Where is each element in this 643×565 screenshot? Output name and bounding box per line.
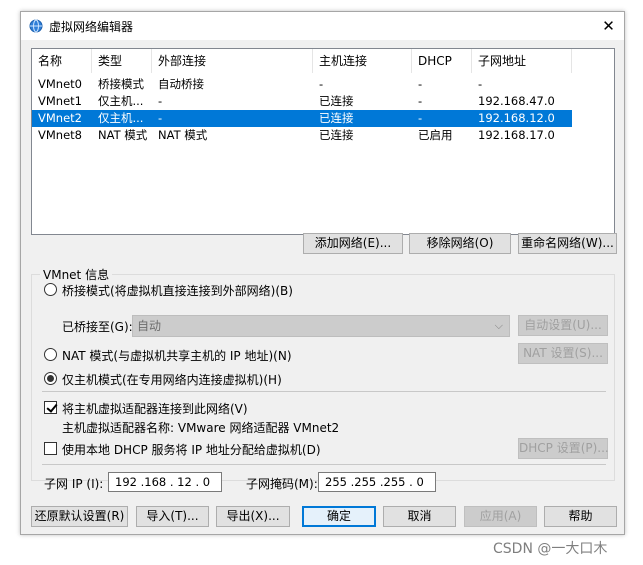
vmnet-info-group: VMnet 信息 桥接模式(将虚拟机直接连接到外部网络)(B) 已桥接至(G):… bbox=[31, 266, 615, 492]
cell-subnet: 192.168.47.0 bbox=[478, 94, 555, 108]
dhcp-label[interactable]: 使用本地 DHCP 服务将 IP 地址分配给虚拟机(D) bbox=[62, 441, 321, 458]
column-header-type[interactable]: 类型 bbox=[92, 49, 152, 73]
cell-dhcp: - bbox=[418, 94, 423, 108]
cell-subnet: 192.168.17.0 bbox=[478, 128, 555, 142]
watermark: CSDN @一大口木 bbox=[493, 541, 608, 557]
bridged-to-label: 已桥接至(G): bbox=[62, 320, 133, 334]
chevron-down-icon: ⌵ bbox=[494, 319, 503, 332]
column-header-external[interactable]: 外部连接 bbox=[152, 49, 313, 73]
network-globe-icon bbox=[29, 19, 43, 33]
subnet-ip-input[interactable]: 192 .168 . 12 . 0 bbox=[108, 472, 222, 492]
subnet-ip-label: 子网 IP (I): bbox=[44, 477, 104, 491]
remove-network-button[interactable]: 移除网络(O) bbox=[409, 233, 511, 254]
host-only-label[interactable]: 仅主机模式(在专用网络内连接虚拟机)(H) bbox=[62, 371, 282, 388]
cell-name: VMnet1 bbox=[38, 94, 82, 108]
cell-external: - bbox=[158, 94, 163, 108]
nat-mode-label[interactable]: NAT 模式(与虚拟机共享主机的 IP 地址)(N) bbox=[62, 347, 292, 364]
bridged-to-value: 自动 bbox=[137, 319, 162, 333]
cell-external: 自动桥接 bbox=[158, 77, 204, 91]
auto-settings-button[interactable]: 自动设置(U)... bbox=[518, 315, 608, 336]
cell-type: 仅主机... bbox=[98, 111, 144, 125]
adapter-name-label: 主机虚拟适配器名称: VMware 网络适配器 VMnet2 bbox=[62, 421, 340, 435]
cell-name: VMnet8 bbox=[38, 128, 82, 142]
table-row-vmnet1[interactable]: VMnet1 仅主机... - 已连接 - 192.168.47.0 bbox=[32, 93, 572, 110]
bridged-mode-label[interactable]: 桥接模式(将虚拟机直接连接到外部网络)(B) bbox=[62, 282, 293, 299]
cell-host: 已连接 bbox=[319, 94, 354, 108]
subnet-mask-input[interactable]: 255 .255 .255 . 0 bbox=[318, 472, 436, 492]
dhcp-checkbox[interactable] bbox=[44, 442, 57, 455]
bridged-to-select[interactable]: 自动 ⌵ bbox=[132, 315, 510, 337]
cell-external: NAT 模式 bbox=[158, 128, 208, 142]
cell-host: - bbox=[319, 77, 324, 91]
add-network-button[interactable]: 添加网络(E)... bbox=[303, 233, 403, 254]
virtual-network-editor-window: 虚拟网络编辑器 ✕ 名称 类型 外部连接 主机连接 DHCP 子网地址 VMne… bbox=[20, 11, 625, 535]
title-bar: 虚拟网络编辑器 ✕ bbox=[21, 12, 624, 40]
export-button[interactable]: 导出(X)... bbox=[216, 506, 290, 527]
import-button[interactable]: 导入(T)... bbox=[136, 506, 209, 527]
column-header-host[interactable]: 主机连接 bbox=[313, 49, 412, 73]
cell-host: 已连接 bbox=[319, 128, 354, 142]
table-row-vmnet2[interactable]: VMnet2 仅主机... - 已连接 - 192.168.12.0 bbox=[32, 110, 572, 127]
network-list[interactable]: 名称 类型 外部连接 主机连接 DHCP 子网地址 VMnet0 桥接模式 自动… bbox=[31, 48, 615, 235]
apply-button[interactable]: 应用(A) bbox=[464, 506, 537, 527]
cell-dhcp: - bbox=[418, 77, 423, 91]
table-row-vmnet0[interactable]: VMnet0 桥接模式 自动桥接 - - - bbox=[32, 76, 572, 93]
restore-defaults-button[interactable]: 还原默认设置(R) bbox=[31, 506, 128, 527]
cancel-button[interactable]: 取消 bbox=[383, 506, 456, 527]
help-button[interactable]: 帮助 bbox=[544, 506, 617, 527]
cell-type: 仅主机... bbox=[98, 94, 144, 108]
cell-dhcp: - bbox=[418, 111, 423, 125]
group-label: VMnet 信息 bbox=[40, 266, 113, 283]
nat-mode-radio[interactable] bbox=[44, 348, 57, 361]
host-only-radio[interactable] bbox=[44, 372, 57, 385]
column-header-dhcp[interactable]: DHCP bbox=[412, 49, 472, 73]
column-header-subnet[interactable]: 子网地址 bbox=[472, 49, 572, 73]
table-row-vmnet8[interactable]: VMnet8 NAT 模式 NAT 模式 已连接 已启用 192.168.17.… bbox=[32, 127, 572, 144]
cell-subnet: - bbox=[478, 77, 483, 91]
cell-external: - bbox=[158, 111, 163, 125]
nat-settings-button[interactable]: NAT 设置(S)... bbox=[518, 343, 608, 364]
cell-type: 桥接模式 bbox=[98, 77, 144, 91]
divider bbox=[42, 464, 606, 465]
cell-name: VMnet2 bbox=[38, 111, 82, 125]
cell-subnet: 192.168.12.0 bbox=[478, 111, 555, 125]
dhcp-settings-button[interactable]: DHCP 设置(P)... bbox=[518, 438, 609, 459]
cell-name: VMnet0 bbox=[38, 77, 82, 91]
ok-button[interactable]: 确定 bbox=[302, 506, 376, 527]
column-header-name[interactable]: 名称 bbox=[32, 49, 92, 73]
rename-network-button[interactable]: 重命名网络(W)... bbox=[518, 233, 617, 254]
window-title: 虚拟网络编辑器 bbox=[49, 20, 134, 34]
close-button[interactable]: ✕ bbox=[593, 12, 624, 40]
cell-dhcp: 已启用 bbox=[418, 128, 453, 142]
cell-host: 已连接 bbox=[319, 111, 354, 125]
divider bbox=[42, 391, 606, 392]
cell-type: NAT 模式 bbox=[98, 128, 148, 142]
connect-adapter-label[interactable]: 将主机虚拟适配器连接到此网络(V) bbox=[62, 400, 248, 417]
bridged-mode-radio[interactable] bbox=[44, 283, 57, 296]
connect-adapter-checkbox[interactable] bbox=[44, 401, 57, 414]
subnet-mask-label: 子网掩码(M): bbox=[246, 477, 318, 491]
